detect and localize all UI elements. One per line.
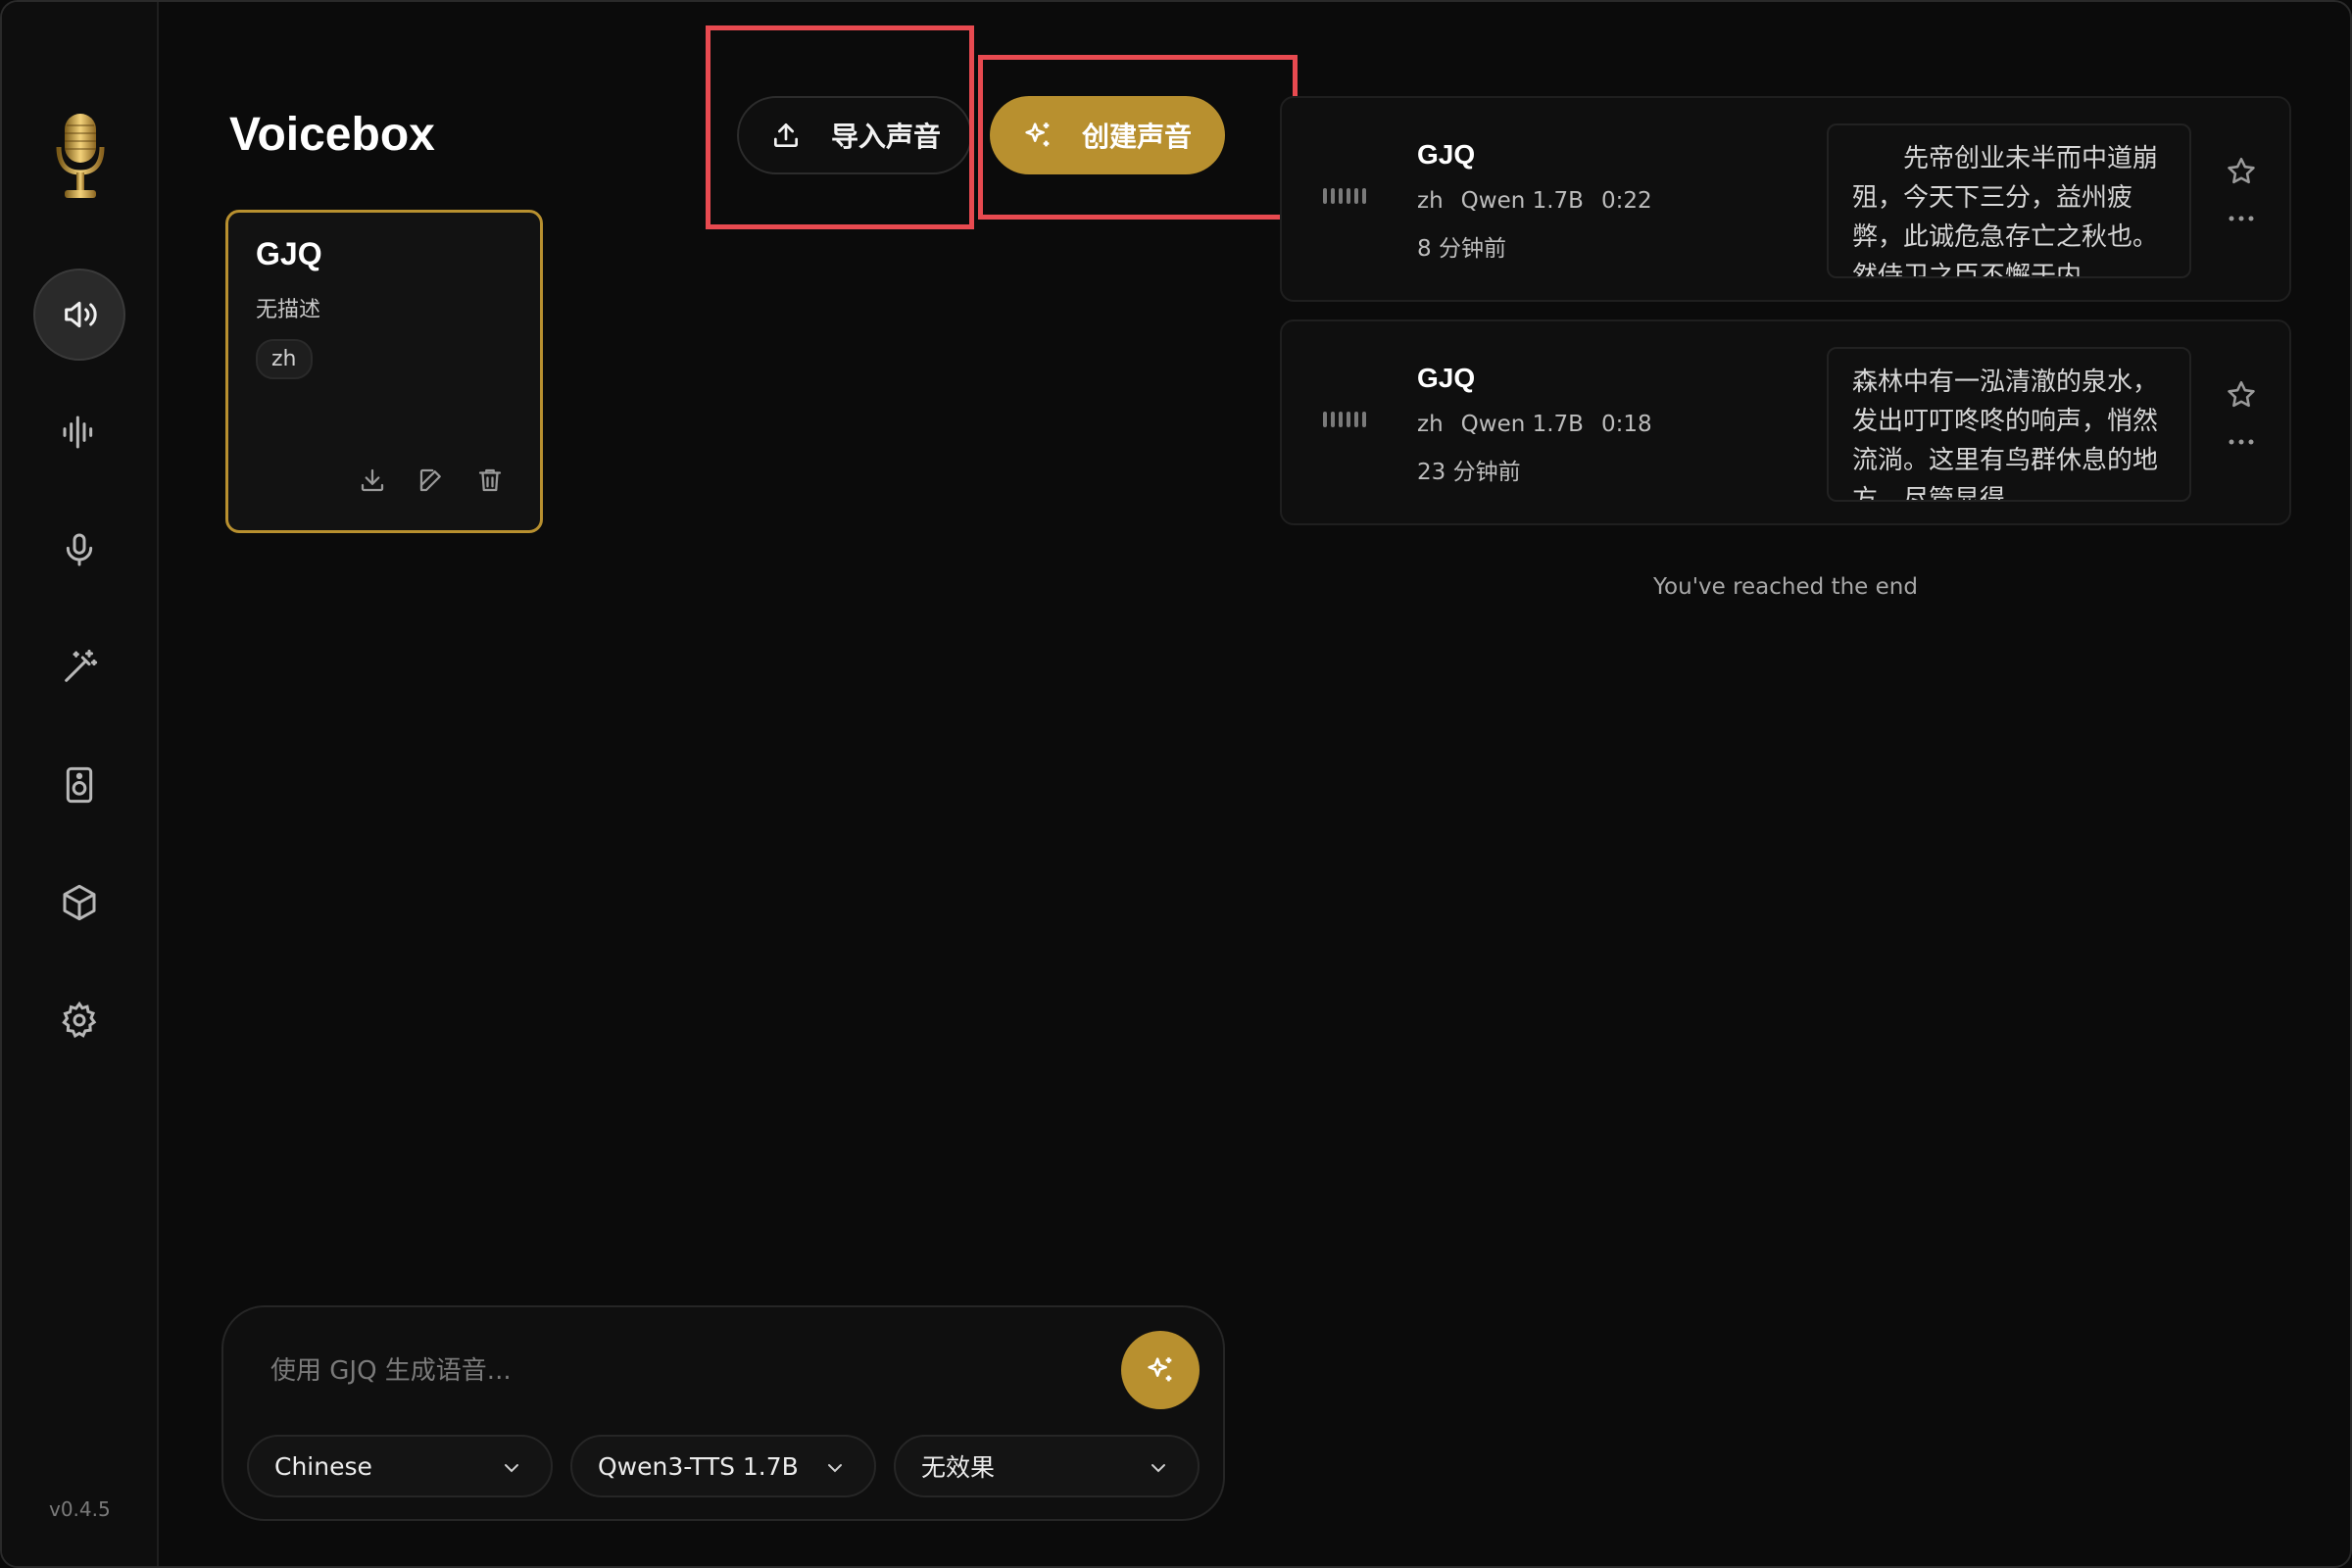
effect-select[interactable]: 无效果 — [894, 1435, 1200, 1497]
edit-icon[interactable] — [416, 466, 446, 495]
voice-card-actions — [358, 466, 505, 495]
generate-panel: 使用 GJQ 生成语音... Chinese Qwen3-TTS 1.7B 无效… — [221, 1305, 1225, 1521]
history-voice-name: GJQ — [1417, 363, 1476, 393]
waveform-icon[interactable] — [1323, 188, 1366, 204]
waveform-icon — [63, 416, 93, 449]
more-options-icon[interactable] — [2227, 437, 2256, 447]
history-timestamp: 8 分钟前 — [1417, 236, 1506, 262]
history-language: zh — [1417, 412, 1444, 437]
sidebar-item-effects[interactable] — [33, 621, 125, 713]
sidebar: v0.4.5 — [2, 2, 159, 1566]
effect-select-value: 无效果 — [921, 1453, 996, 1482]
sidebar-item-audio[interactable] — [33, 386, 125, 478]
highlight-box-create — [978, 55, 1298, 220]
history-meta: zh Qwen 1.7B 0:22 — [1417, 188, 1652, 214]
speaker-box-icon — [66, 766, 93, 804]
history-text[interactable]: 先帝创业未半而中道崩殂，今天下三分，益州疲弊，此诚危急存亡之秋也。然侍卫之臣不懈… — [1827, 123, 2191, 278]
chevron-down-icon — [505, 1464, 518, 1473]
end-of-list-text: You've reached the end — [1653, 574, 1918, 600]
sidebar-item-speakers[interactable] — [33, 739, 125, 831]
highlight-box-import — [706, 25, 974, 229]
microphone-icon — [66, 533, 93, 566]
sidebar-item-record[interactable] — [33, 504, 125, 596]
star-icon[interactable] — [2225, 378, 2258, 412]
page-title: Voicebox — [229, 109, 435, 161]
cube-icon — [63, 884, 96, 921]
history-model: Qwen 1.7B — [1460, 188, 1584, 214]
gear-icon — [62, 1001, 97, 1039]
sidebar-item-voices[interactable] — [33, 269, 125, 361]
magic-wand-icon — [65, 649, 98, 682]
sidebar-item-models[interactable] — [33, 857, 125, 949]
history-voice-name: GJQ — [1417, 139, 1476, 170]
history-language: zh — [1417, 188, 1444, 214]
language-select-value: Chinese — [274, 1451, 372, 1481]
voice-description: 无描述 — [256, 298, 321, 322]
sparkles-icon — [1148, 1357, 1172, 1382]
history-item[interactable]: GJQ zh Qwen 1.7B 0:18 23 分钟前 森林中有一泓清澈的泉水… — [1280, 319, 2291, 525]
chevron-down-icon — [1152, 1464, 1165, 1473]
app-logo-microphone-icon — [45, 108, 116, 206]
history-duration: 0:18 — [1600, 412, 1652, 437]
waveform-icon[interactable] — [1323, 412, 1366, 427]
history-duration: 0:22 — [1600, 188, 1652, 214]
model-select[interactable]: Qwen3-TTS 1.7B — [570, 1435, 876, 1497]
chevron-down-icon — [828, 1464, 842, 1473]
generate-text-input[interactable]: 使用 GJQ 生成语音... — [270, 1350, 512, 1387]
download-icon[interactable] — [358, 466, 387, 495]
star-icon[interactable] — [2225, 155, 2258, 188]
history-timestamp: 23 分钟前 — [1417, 460, 1521, 485]
history-model: Qwen 1.7B — [1460, 412, 1584, 437]
voice-language-badge: zh — [256, 339, 313, 379]
history-text[interactable]: 森林中有一泓清澈的泉水，发出叮叮咚咚的响声，悄然流淌。这里有鸟群休息的地方，尽管… — [1827, 347, 2191, 502]
version-label: v0.4.5 — [49, 1497, 111, 1521]
sidebar-item-settings[interactable] — [33, 974, 125, 1066]
generate-button[interactable] — [1121, 1331, 1200, 1409]
speaker-icon — [65, 301, 97, 328]
model-select-value: Qwen3-TTS 1.7B — [598, 1451, 799, 1481]
trash-icon[interactable] — [475, 466, 505, 495]
voice-card[interactable]: GJQ 无描述 zh — [225, 210, 543, 533]
more-options-icon[interactable] — [2227, 214, 2256, 223]
language-select[interactable]: Chinese — [247, 1435, 553, 1497]
history-meta: zh Qwen 1.7B 0:18 — [1417, 412, 1652, 437]
app-window: v0.4.5 Voicebox 导入声音 创建声音 GJQ 无描述 zh GJQ… — [0, 0, 2352, 1568]
history-item[interactable]: GJQ zh Qwen 1.7B 0:22 8 分钟前 先帝创业未半而中道崩殂，… — [1280, 96, 2291, 302]
voice-name: GJQ — [256, 236, 322, 271]
